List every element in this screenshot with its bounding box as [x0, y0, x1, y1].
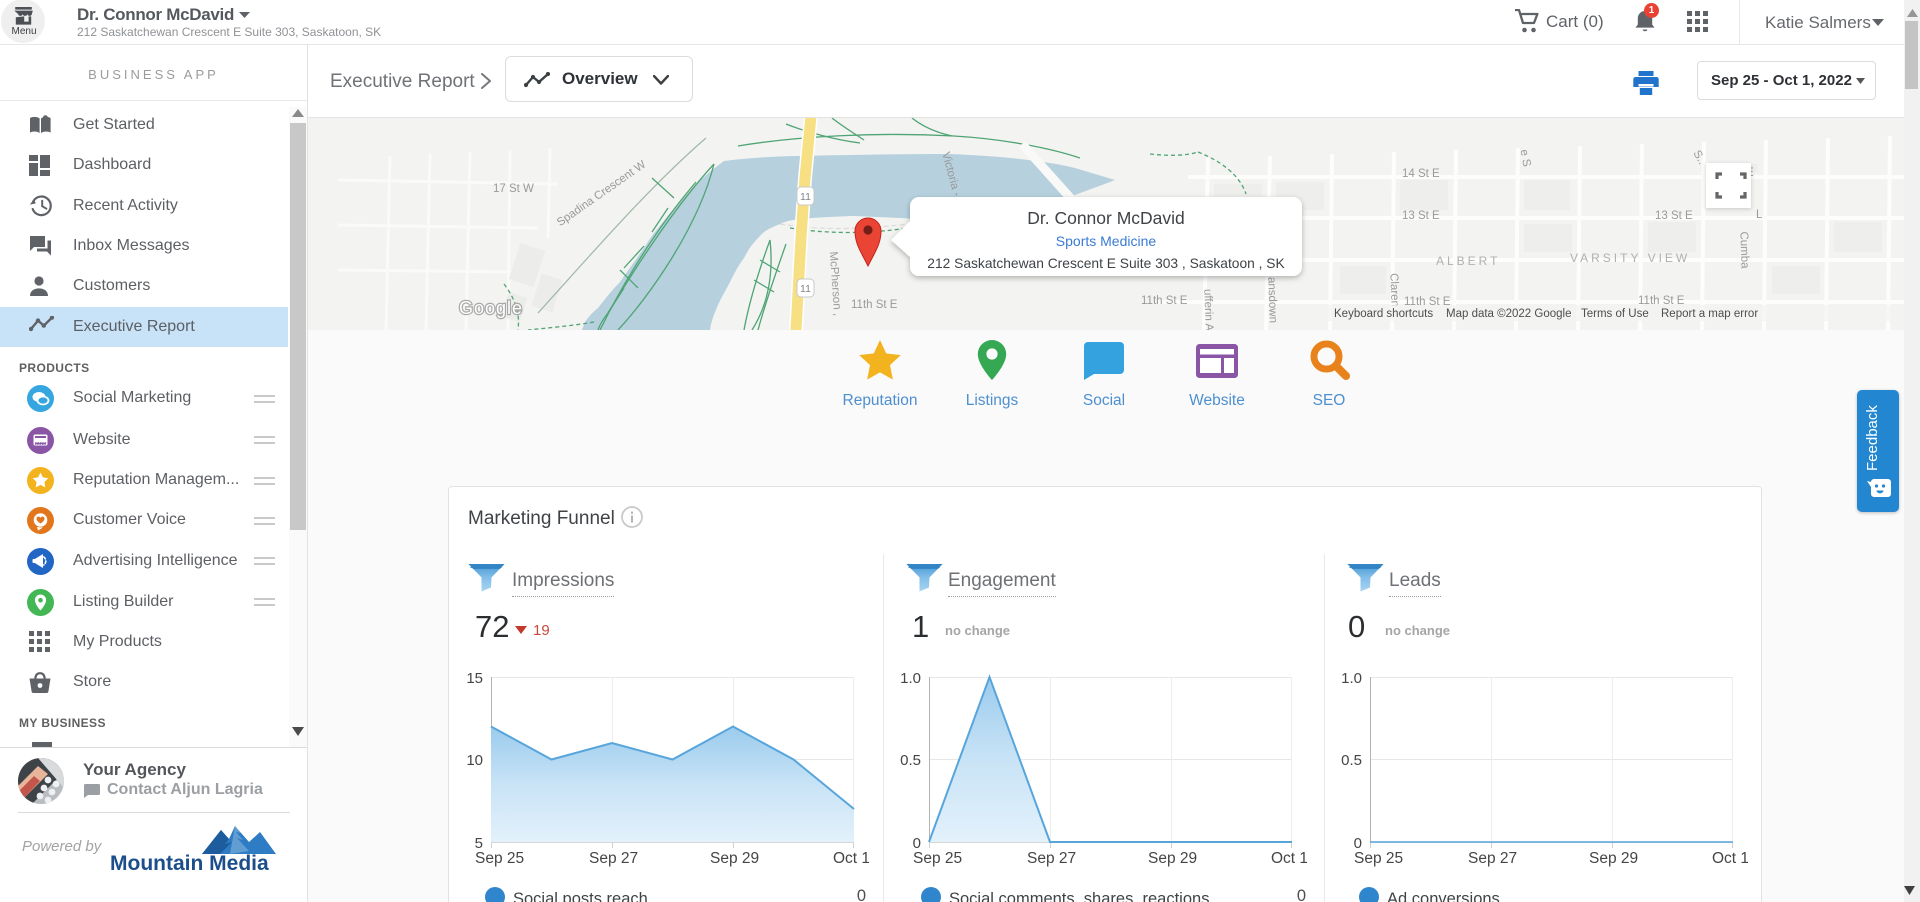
svg-text:Oct 1: Oct 1 — [1712, 850, 1748, 867]
svg-text:15: 15 — [466, 670, 483, 687]
svg-text:Keyboard shortcuts: Keyboard shortcuts — [1334, 308, 1433, 320]
svg-text:Claren: Claren — [1387, 273, 1400, 307]
svg-text:Sep 27: Sep 27 — [1027, 850, 1076, 867]
svg-text:ALBERT: ALBERT — [1436, 254, 1500, 268]
svg-text:11: 11 — [800, 283, 811, 295]
svg-text:13 St E: 13 St E — [1655, 210, 1693, 222]
svg-text:11th St E: 11th St E — [1141, 295, 1188, 307]
svg-text:Cumba: Cumba — [1737, 231, 1750, 269]
svg-text:L: L — [1756, 209, 1763, 221]
svg-text:ufferin A: ufferin A — [1201, 289, 1214, 330]
svg-text:Sep 29: Sep 29 — [1589, 850, 1638, 867]
svg-text:0.5: 0.5 — [900, 752, 921, 769]
svg-text:Google: Google — [459, 298, 523, 318]
svg-text:1.0: 1.0 — [900, 670, 921, 687]
svg-text:10: 10 — [466, 752, 483, 769]
svg-text:VARSITY VIEW: VARSITY VIEW — [1570, 251, 1690, 265]
svg-text:Sep 27: Sep 27 — [1468, 850, 1517, 867]
svg-text:1.0: 1.0 — [1341, 670, 1362, 687]
svg-text:Sep 25: Sep 25 — [1354, 850, 1403, 867]
svg-text:Mountain Media: Mountain Media — [110, 852, 269, 875]
svg-text:Sports Medicine: Sports Medicine — [1056, 233, 1157, 249]
svg-text:Report a map error: Report a map error — [1661, 308, 1758, 320]
svg-text:11: 11 — [800, 191, 811, 203]
svg-text:17 St W: 17 St W — [493, 183, 534, 195]
svg-text:Sep 25: Sep 25 — [913, 850, 962, 867]
svg-text:ansdown: ansdown — [1265, 277, 1279, 323]
svg-text:Oct 1: Oct 1 — [1271, 850, 1307, 867]
svg-text:Sep 27: Sep 27 — [589, 850, 638, 867]
svg-text:11th St E: 11th St E — [851, 299, 898, 311]
svg-text:Terms of Use: Terms of Use — [1581, 308, 1649, 320]
svg-text:14 St E: 14 St E — [1402, 168, 1440, 180]
svg-text:Map data ©2022 Google: Map data ©2022 Google — [1446, 308, 1571, 320]
svg-text:13 St E: 13 St E — [1402, 210, 1440, 222]
svg-text:212 Saskatchewan Crescent E Su: 212 Saskatchewan Crescent E Suite 303 , … — [927, 256, 1285, 271]
svg-text:Sep 29: Sep 29 — [710, 850, 759, 867]
svg-text:Sep 29: Sep 29 — [1148, 850, 1197, 867]
svg-text:Oct 1: Oct 1 — [833, 850, 869, 867]
svg-text:0.5: 0.5 — [1341, 752, 1362, 769]
svg-text:Sep 25: Sep 25 — [475, 850, 524, 867]
svg-text:Dr. Connor McDavid: Dr. Connor McDavid — [1027, 208, 1185, 228]
